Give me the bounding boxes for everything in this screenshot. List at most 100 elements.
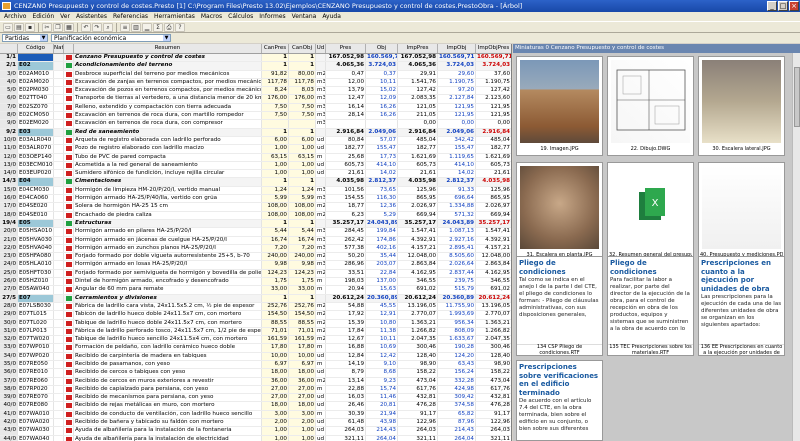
scrollbar-thumb[interactable] (794, 67, 800, 127)
cell-res[interactable]: Hormigón armado en zunchos planos HA-25/… (74, 244, 262, 253)
table-row[interactable]: 9/0 E02EM020 Excavación en terrenos de roc… (0, 120, 511, 129)
cell-pres[interactable]: 182,77 (326, 145, 366, 153)
document-card[interactable]: Pliego de condiciones Para facilitar la l… (607, 256, 694, 356)
cell-cp[interactable]: 1 (262, 62, 289, 70)
table-row[interactable]: 37/0 E07RE060 Recibido de cercos en muros … (0, 377, 511, 386)
cell-res[interactable]: Encachado de piedra caliza (74, 211, 262, 219)
table-row[interactable]: 8/0 E02CM050 Excavación en terrenos de roc… (0, 112, 511, 121)
cell-res[interactable]: Estructuras (74, 219, 262, 228)
cell-res[interactable]: Solera de hormigón HA-25 15 cm (74, 203, 262, 211)
cell-co[interactable]: 1,00 (289, 145, 316, 153)
thumbnail[interactable]: 30. Escalera lateral.JPG (698, 56, 785, 156)
cell-res[interactable]: Formación de peldaño, con ladrillo cerám… (74, 344, 262, 352)
cell-co[interactable]: 1,00 (289, 161, 316, 170)
cell-co[interactable]: 27,00 (289, 385, 316, 394)
cell-pres[interactable]: 198,03 (326, 278, 366, 286)
cell-co[interactable]: 124,23 (289, 269, 316, 278)
cell-cp[interactable]: 18,00 (262, 369, 289, 377)
cell-pres[interactable]: 6,23 (326, 211, 366, 219)
thumbnail[interactable]: 31. Escalera en planta.JPG (516, 162, 603, 262)
table-row[interactable]: 41/0 E07WA010 Recibido de conducto de vent… (0, 410, 511, 420)
cell-res[interactable]: Tubo de PVC de pared compacta (74, 153, 262, 161)
table-row[interactable]: 34/0 E07WP020 Recibido de carpintería de m… (0, 352, 511, 361)
menu-item-8[interactable]: Informes (259, 13, 285, 20)
cell-cp[interactable]: 1,24 (262, 186, 289, 195)
column-header-0[interactable] (0, 44, 18, 53)
cell-pres[interactable]: 30,39 (326, 410, 366, 419)
cell-co[interactable]: 154,50 (289, 311, 316, 319)
column-header-8[interactable]: Pres (326, 44, 366, 53)
column-header-12[interactable]: ImpObjPres (476, 44, 511, 53)
print-icon[interactable]: ⎙ (164, 22, 174, 32)
cell-co[interactable]: 1,00 (289, 427, 316, 435)
chapter-row[interactable]: 14/3 E04 Cimentaciones 1 1 4.035,98 2.812,37 4.… (0, 178, 511, 187)
cell-pres[interactable]: 28,14 (326, 112, 366, 120)
tree-icon[interactable]: ≡ (120, 22, 130, 32)
cell-pres[interactable]: 12,84 (326, 352, 366, 360)
table-row[interactable]: 35/0 E07RE050 Recibido de pasamanos, con y… (0, 360, 511, 370)
cell-pres[interactable]: 35.257,17 (326, 219, 366, 228)
cell-res[interactable]: Recibido de rejas metálicas en muro, con… (74, 402, 262, 410)
cell-pres[interactable]: 284,45 (326, 228, 366, 236)
cell-res[interactable]: Ayuda de albañilería para la instalación… (74, 435, 262, 441)
table-row[interactable]: 22/0 E05HVA040 Hormigón armado en zunchos … (0, 244, 511, 254)
document-card[interactable]: Prescripciones en cuanto a la ejecución … (698, 256, 785, 356)
table-row[interactable]: 33/0 E07WP010 Formación de peldaño, con la… (0, 344, 511, 353)
cell-pres[interactable]: 4.065,36 (326, 62, 366, 70)
menu-item-6[interactable]: Macros (201, 13, 222, 20)
cell-cp[interactable]: 8,24 (262, 87, 289, 95)
cell-cp[interactable]: 108,00 (262, 203, 289, 211)
table-row[interactable]: 23/0 E05HFA080 Forjado formado por doble v… (0, 253, 511, 262)
column-header-3[interactable] (64, 44, 74, 53)
cell-pres[interactable]: 17,92 (326, 311, 366, 319)
chapter-row[interactable]: 27/5 E07 Cerramientos y divisiones 1 1 20.612… (0, 294, 511, 303)
cell-res[interactable]: Cenzano Presupuesto y control de costes (74, 54, 262, 62)
cell-cp[interactable]: 17,80 (262, 344, 289, 352)
table-row[interactable]: 12/0 E03OEP140 Tubo de PVC de pared compac… (0, 153, 511, 162)
cell-pres[interactable]: 321,11 (326, 435, 366, 441)
cell-co[interactable]: 7,50 (289, 103, 316, 112)
chapter-row[interactable]: 2/1 E02 Acondicionamiento del terreno 1 1 4.0… (0, 62, 511, 71)
cell-co[interactable]: 7,50 (289, 112, 316, 120)
cell-co[interactable]: 5,44 (289, 228, 316, 236)
table-row[interactable]: 27/0 E05AW040 Angular de 60 mm para remate… (0, 286, 511, 295)
cell-co[interactable]: 108,00 (289, 203, 316, 211)
column-header-6[interactable]: CanObj (289, 44, 316, 53)
cell-pres[interactable]: 12,00 (326, 78, 366, 87)
budget-tree-grid[interactable]: CódigoNatCResumenCanPresCanObjUdPresObjI… (0, 44, 512, 441)
cell-cp[interactable]: 1 (262, 294, 289, 302)
table-row[interactable]: 21/0 E05HVA030 Hormigón armado en jácenas … (0, 236, 511, 245)
chart-icon[interactable]: ▁ (142, 22, 152, 32)
menu-item-3[interactable]: Asistentes (76, 13, 107, 20)
thumbnail[interactable]: 19. Imagen.JPG (516, 56, 603, 156)
cell-co[interactable]: 8,03 (289, 87, 316, 95)
cell-res[interactable]: Hormigón armado en losas HA-25/P/20/I (74, 261, 262, 269)
cell-pres[interactable]: 20,94 (326, 286, 366, 294)
paste-icon[interactable]: ▦ (64, 22, 74, 32)
cell-co[interactable]: 36,00 (289, 377, 316, 385)
maximize-button[interactable]: □ (778, 1, 788, 11)
cell-pres[interactable]: 13,79 (326, 87, 366, 95)
save-icon[interactable]: ▪ (25, 22, 35, 32)
cell-cp[interactable]: 3,00 (262, 410, 289, 419)
cell-pres[interactable]: 264,03 (326, 427, 366, 435)
cell-co[interactable] (289, 120, 316, 128)
thumbnail[interactable]: X32. Resumen general del presupuesto.XLS (607, 162, 694, 262)
cell-cp[interactable]: 63,15 (262, 153, 289, 161)
cell-res[interactable]: Dintel de hormigón armado, encofrado y d… (74, 278, 262, 286)
cell-cp[interactable]: 161,59 (262, 336, 289, 344)
cell-pres[interactable]: 605,73 (326, 161, 366, 170)
cell-pres[interactable]: 33,51 (326, 269, 366, 278)
table-row[interactable]: 28/0 E07LSB030 Fábrica de ladrillo cara vi… (0, 302, 511, 312)
cell-co[interactable]: 80,00 (289, 70, 316, 78)
table-row[interactable]: 5/0 E02PM030 Excavación de pozos en terren… (0, 87, 511, 96)
menu-item-0[interactable]: Archivo (4, 13, 26, 20)
cell-res[interactable]: Excavación de zanjas en terrenos compact… (74, 78, 262, 87)
minimize-button[interactable]: _ (767, 1, 777, 11)
document-card[interactable]: Pliego de condiciones Tal como se indica … (516, 256, 603, 356)
cell-pres[interactable]: 18,77 (326, 203, 366, 211)
cell-co[interactable]: 1 (289, 219, 316, 228)
open-icon[interactable]: ▤ (14, 22, 24, 32)
cell-pres[interactable]: 577,38 (326, 244, 366, 253)
cell-cp[interactable]: 18,00 (262, 402, 289, 410)
